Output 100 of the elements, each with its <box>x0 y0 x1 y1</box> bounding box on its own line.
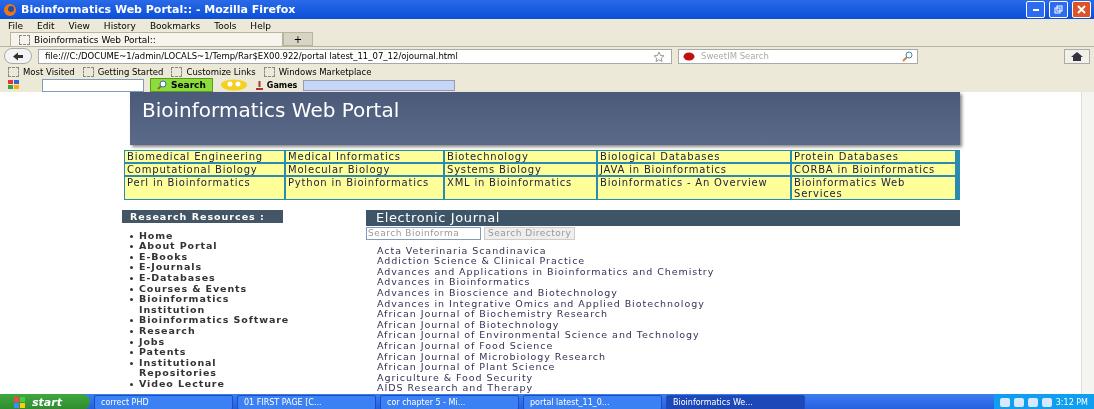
journal-link[interactable]: Advances and Applications in Bioinformatics and Chemistry <box>366 266 960 278</box>
vertical-scrollbar[interactable] <box>1081 92 1094 394</box>
menu-item[interactable]: History <box>103 20 136 31</box>
bookmark-item[interactable]: Windows Marketplace <box>263 66 372 77</box>
restore-button[interactable] <box>1049 1 1068 18</box>
bullet-icon <box>130 277 133 281</box>
restore-icon <box>1054 5 1063 14</box>
bullet-icon <box>130 383 133 386</box>
nav-link[interactable]: Medical Informatics <box>286 150 443 162</box>
games-button[interactable]: Games <box>254 80 298 90</box>
tray-icon[interactable] <box>1013 397 1024 407</box>
taskbar-button[interactable]: correct PHD <box>94 394 233 409</box>
journal-link[interactable]: Advances in Bioinformatics <box>366 277 960 289</box>
nav-link[interactable]: Biotechnology <box>445 150 596 162</box>
journal-link[interactable]: African Journal of Biotechnology <box>366 319 960 331</box>
grid-icon <box>8 80 20 90</box>
journal-link[interactable]: Acta Veterinaria Scandinavica <box>366 245 960 257</box>
star-icon[interactable] <box>653 50 665 62</box>
nav-link[interactable]: Biological Databases <box>598 150 790 162</box>
minimize-button[interactable] <box>1026 1 1045 18</box>
journal-link[interactable]: African Journal of Plant Science <box>366 362 960 373</box>
journal-link[interactable]: African Journal of Biochemistry Research <box>366 309 960 320</box>
nav-link[interactable]: Bioinformatics Web Services <box>792 176 955 199</box>
taskbar-button[interactable]: portal latest_11_0... <box>523 394 662 409</box>
bullet-icon <box>130 361 133 365</box>
sidebar-link[interactable]: Video Lecture <box>139 379 225 390</box>
sidebar-link[interactable]: E-Books <box>139 251 188 263</box>
nav-link[interactable]: Molecular Biology <box>286 163 443 175</box>
taskbar-button[interactable]: cor chapter 5 - Mi... <box>380 394 519 409</box>
bullet-icon <box>130 245 133 249</box>
journal-link[interactable]: Agriculture & Food Security <box>366 372 960 384</box>
new-tab-button[interactable]: + <box>283 32 313 46</box>
sidebar-heading: Research Resources : <box>122 209 283 223</box>
nav-link[interactable]: XML in Bioinformatics <box>445 176 596 199</box>
menu-item[interactable]: Bookmarks <box>149 20 201 31</box>
search-icon <box>157 80 167 90</box>
nav-link[interactable]: Biomedical Engineering <box>125 150 284 162</box>
window-title: Bioinformatics Web Portal:: - Mozilla Firefox <box>21 3 297 16</box>
sidebar-link[interactable]: Patents <box>139 347 187 358</box>
back-button[interactable] <box>4 48 32 64</box>
sidebar-link[interactable]: E-Journals <box>139 262 203 274</box>
nav-link[interactable]: Computational Biology <box>125 163 284 175</box>
bullet-icon <box>130 330 133 334</box>
toolbar-search-field[interactable] <box>42 78 144 92</box>
sidebar-link[interactable]: About Portal <box>139 241 218 252</box>
journal-link[interactable]: Addiction Science & Clinical Practice <box>366 256 960 267</box>
menu-item[interactable]: File <box>8 20 24 31</box>
bookmark-item[interactable]: Customize Links <box>171 66 256 77</box>
nav-link[interactable]: Systems Biology <box>445 163 596 175</box>
sidebar-link[interactable]: Bioinformatics Software <box>139 315 290 327</box>
nav-link[interactable]: Perl in Bioinformatics <box>125 176 284 199</box>
tray-icon[interactable] <box>1027 397 1038 407</box>
journal-link[interactable]: Advances in Integrative Omics and Applied Biotechnology <box>366 298 960 310</box>
tray-icon[interactable] <box>999 397 1010 407</box>
nav-link[interactable]: CORBA in Bioinformatics <box>792 163 955 175</box>
menu-item[interactable]: Tools <box>214 20 237 31</box>
tray-icon[interactable] <box>1041 397 1052 407</box>
minimize-icon <box>1032 8 1039 11</box>
nav-link[interactable]: JAVA in Bioinformatics <box>598 163 790 175</box>
bullet-icon <box>130 255 133 259</box>
menu-item[interactable]: Edit <box>37 20 55 31</box>
journal-link[interactable]: AIDS Research and Therapy <box>366 383 960 394</box>
sidebar-link[interactable]: Courses & Events <box>139 283 248 295</box>
bookmark-item[interactable]: Getting Started <box>82 66 164 77</box>
search-icon[interactable] <box>902 50 913 62</box>
browser-tab[interactable]: Bioinformatics Web Portal:: <box>10 32 283 46</box>
site-title: Bioinformatics Web Portal <box>130 92 960 145</box>
taskbar-button[interactable]: Bioinformatics We... <box>666 394 805 409</box>
sidebar-link[interactable]: Institutional Repositories <box>139 357 297 379</box>
home-button[interactable] <box>1064 48 1090 64</box>
bullet-icon <box>130 266 133 270</box>
menu-item[interactable]: View <box>68 20 90 31</box>
nav-link[interactable]: Bioinformatics - An Overview <box>598 176 790 199</box>
bullet-icon <box>130 319 133 323</box>
journal-link[interactable]: African Journal of Environmental Science and Technology <box>366 330 960 342</box>
nav-link[interactable]: Python in Bioinformatics <box>286 176 443 199</box>
journal-link[interactable]: African Journal of Food Science <box>366 341 960 352</box>
close-button[interactable] <box>1072 1 1091 18</box>
toolbar-search-button[interactable]: Search <box>150 78 213 92</box>
address-field[interactable]: file:///C:/DOCUME~1/admin/LOCALS~1/Temp/Rar$EX00.922/portal latest_11_07_12/ojournal.html <box>38 48 672 64</box>
toolbar-scrollbar[interactable] <box>303 79 456 91</box>
sidebar-link[interactable]: Bioinformatics Institution <box>139 294 297 316</box>
journal-link[interactable]: African Journal of Microbiology Research <box>366 351 960 363</box>
back-arrow-icon <box>12 51 24 61</box>
bullet-icon <box>130 234 133 238</box>
bookmark-item[interactable]: Most Visited <box>8 66 75 77</box>
sidebar-link[interactable]: Home <box>139 230 174 242</box>
sidebar-link[interactable]: E-Databases <box>139 273 216 284</box>
sidebar-link[interactable]: Jobs <box>139 336 166 348</box>
menu-item[interactable]: Help <box>250 20 271 31</box>
close-icon <box>1077 5 1086 14</box>
bullet-icon <box>130 287 133 291</box>
sidebar-link[interactable]: Research <box>139 326 196 337</box>
nav-link[interactable]: Protein Databases <box>792 150 955 162</box>
start-button[interactable]: start <box>0 394 90 409</box>
journal-link[interactable]: Advances in Bioscience and Biotechnology <box>366 288 960 299</box>
section-heading: Electronic Journal <box>366 209 960 226</box>
taskbar-button[interactable]: 01 FIRST PAGE [C... <box>237 394 376 409</box>
bullet-icon <box>130 298 133 302</box>
home-icon <box>1071 51 1083 61</box>
